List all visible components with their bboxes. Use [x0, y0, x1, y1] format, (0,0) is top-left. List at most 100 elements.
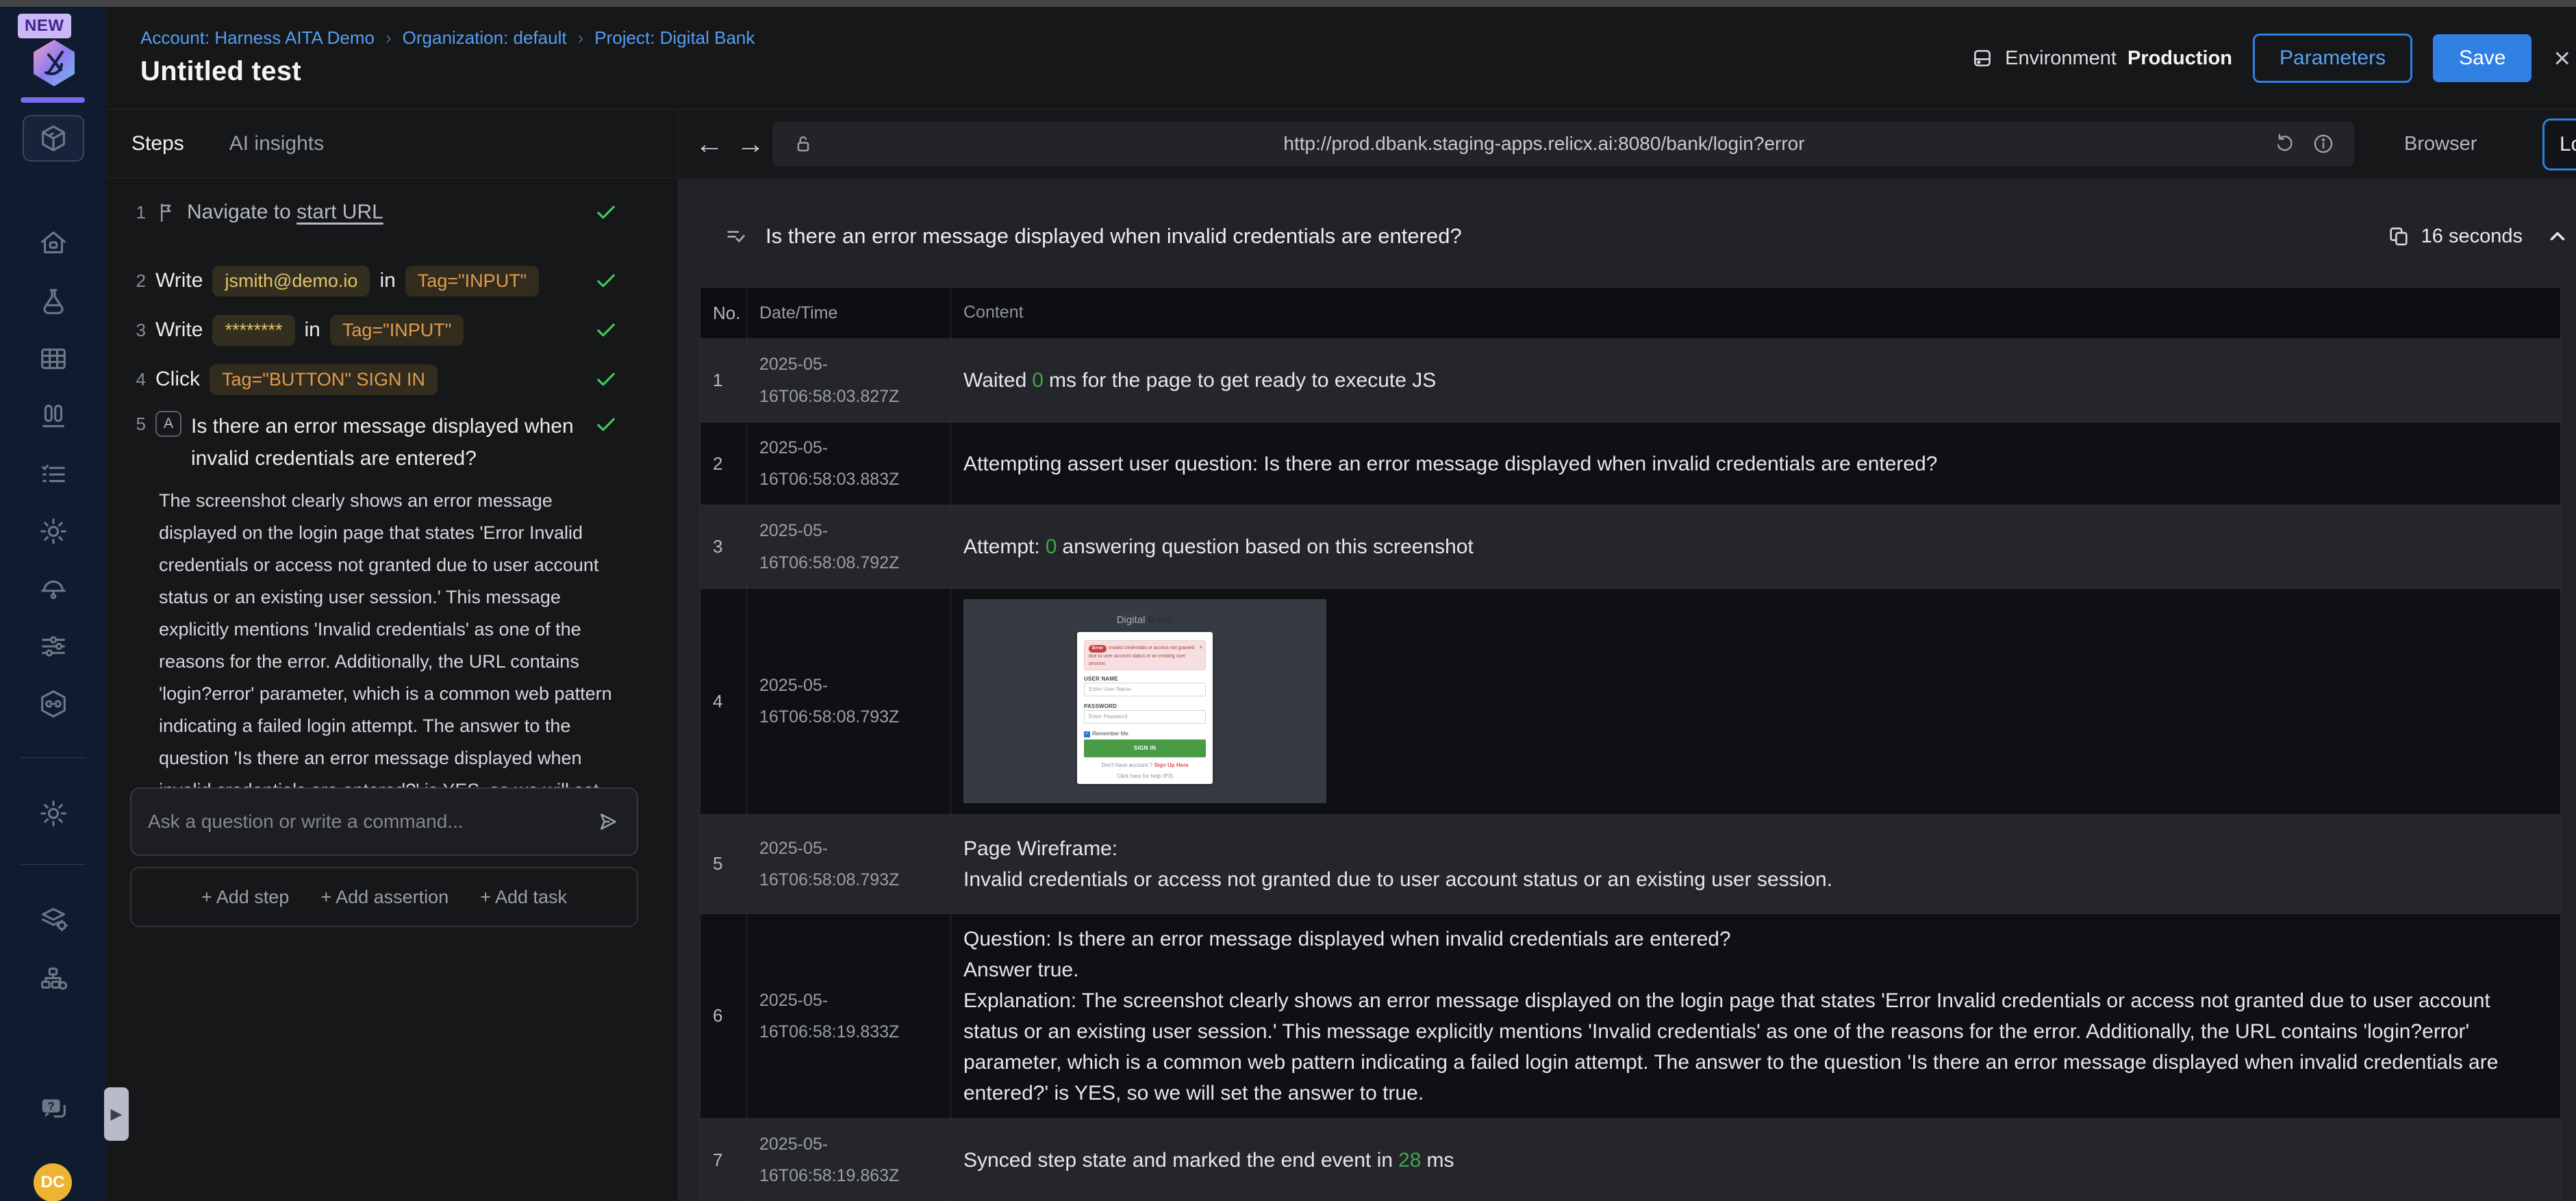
cell-datetime: 2025-05- 16T06:58:03.883Z	[747, 422, 951, 505]
incognito-icon[interactable]	[38, 573, 69, 605]
grid-icon[interactable]	[38, 343, 69, 375]
header-actions: Environment Production Parameters Save ×	[1971, 7, 2572, 110]
step-row-5[interactable]: 5 A Is there an error message displayed …	[106, 411, 679, 477]
assertion-question-line2: invalid credentials are entered?	[191, 446, 477, 470]
module-cube-icon[interactable]	[38, 123, 69, 154]
flask-icon[interactable]	[38, 286, 69, 317]
breadcrumb-separator: ›	[577, 27, 584, 48]
back-arrow-icon[interactable]: ←	[695, 127, 724, 160]
table-row: 5 2025-05- 16T06:58:08.793Z Page Wirefram…	[700, 814, 2560, 914]
col-header-datetime: Date/Time	[747, 288, 951, 339]
url-bar[interactable]: http://prod.dbank.staging-apps.relicx.ai…	[772, 121, 2354, 166]
account-settings-gear-icon[interactable]	[38, 798, 69, 829]
unlocked-lock-icon	[792, 132, 815, 155]
step-row-2[interactable]: 2 Write jsmith@demo.io in Tag="INPUT"	[106, 263, 679, 299]
command-input[interactable]	[148, 811, 596, 833]
breadcrumb-organization[interactable]: Organization: default	[403, 27, 567, 48]
connectors-icon[interactable]	[38, 688, 69, 720]
col-header-content: Content	[963, 303, 1024, 323]
step-row-1[interactable]: 1 Navigate to start URL	[106, 197, 679, 227]
step-success-check-icon	[594, 268, 618, 293]
thumb-checkbox: ✓	[1084, 731, 1090, 737]
rail-divider	[21, 864, 86, 865]
layers-settings-icon[interactable]	[38, 904, 69, 935]
step-success-check-icon	[594, 200, 618, 225]
add-task-button[interactable]: + Add task	[480, 887, 567, 908]
steps-panel: Steps AI insights 1 Navigate to start UR…	[106, 110, 679, 1201]
main-panel: ← → http://prod.dbank.staging-apps.relic…	[679, 110, 2576, 1201]
add-step-button[interactable]: + Add step	[201, 887, 289, 908]
save-button[interactable]: Save	[2433, 34, 2532, 82]
log-table: No. Date/Time Content 1 2025-05- 16T06:58…	[700, 287, 2561, 1201]
network-settings-icon[interactable]	[38, 963, 69, 995]
cell-no: 7	[700, 1118, 747, 1201]
step-value-chip[interactable]: jsmith@demo.io	[212, 265, 370, 296]
table-row: 4 2025-05- 16T06:58:08.793Z Digital Bank …	[700, 588, 2560, 815]
cell-content: Question: Is there an error message disp…	[963, 927, 2499, 1104]
pipelines-icon[interactable]	[38, 631, 69, 662]
col-header-no: No.	[700, 288, 747, 339]
tab-steps[interactable]: Steps	[131, 132, 184, 155]
duration-label: 16 seconds	[2421, 225, 2523, 247]
settings-gear-icon[interactable]	[38, 516, 69, 547]
step-row-4[interactable]: 4 Click Tag="BUTTON" SIGN IN	[106, 362, 679, 397]
step-action: Click	[155, 368, 200, 390]
home-icon[interactable]	[38, 227, 69, 259]
step-selector-chip[interactable]: Tag="BUTTON" SIGN IN	[210, 364, 438, 395]
window-chrome-strip	[0, 0, 2576, 7]
info-icon[interactable]	[2312, 132, 2335, 155]
breadcrumb-account[interactable]: Account: Harness AITA Demo	[140, 27, 375, 48]
assertion-question-line1: Is there an error message displayed when	[191, 415, 574, 438]
tab-ai-insights[interactable]: AI insights	[229, 132, 324, 155]
cell-content: Attempting assert user question: Is ther…	[963, 452, 1938, 475]
breadcrumb-separator: ›	[386, 27, 392, 48]
app-window: NEW ? DC ▶ Account: Harness AITA Demo › …	[0, 0, 2576, 1201]
add-assertion-button[interactable]: + Add assertion	[320, 887, 449, 908]
close-icon[interactable]: ×	[2552, 42, 2572, 75]
environment-icon	[1971, 47, 1994, 70]
logs-content: Is there an error message displayed when…	[679, 179, 2576, 1201]
checklist-icon[interactable]	[38, 458, 69, 490]
step-row-3[interactable]: 3 Write ******** in Tag="INPUT"	[106, 312, 679, 348]
url-text: http://prod.dbank.staging-apps.relicx.ai…	[1283, 133, 1805, 154]
step-value-chip[interactable]: ********	[212, 314, 295, 346]
test-suites-icon[interactable]	[38, 401, 69, 432]
send-icon[interactable]	[596, 809, 620, 834]
copy-icon[interactable]	[2387, 225, 2410, 248]
step-success-check-icon	[594, 367, 618, 392]
refresh-icon[interactable]	[2273, 132, 2297, 155]
flag-icon	[155, 201, 179, 224]
chevron-up-icon[interactable]	[2546, 225, 2569, 248]
breadcrumb-project[interactable]: Project: Digital Bank	[594, 27, 755, 48]
thumb-remember-me: ✓ Remember Me	[1084, 731, 1128, 737]
browser-view-button[interactable]: Browser	[2390, 110, 2490, 179]
parameters-button[interactable]: Parameters	[2253, 34, 2413, 83]
assert-list-icon	[724, 225, 748, 248]
step-selector-chip[interactable]: Tag="INPUT"	[329, 314, 464, 346]
environment-selector[interactable]: Environment Production	[1971, 47, 2232, 70]
thumb-alert-close-icon: ×	[1199, 644, 1202, 651]
step-number: 5	[136, 414, 146, 434]
cell-content: Digital Bank Error Invalid credentials or…	[951, 589, 2560, 814]
svg-text:?: ?	[47, 1100, 54, 1113]
step-number: 3	[136, 319, 146, 340]
help-chat-icon[interactable]: ?	[38, 1093, 69, 1125]
screenshot-thumbnail[interactable]: Digital Bank Error Invalid credentials or…	[963, 599, 1326, 804]
harness-logo-icon[interactable]	[31, 38, 77, 88]
step-connector: in	[379, 269, 396, 292]
question-text: Is there an error message displayed when…	[766, 224, 1462, 248]
step-selector-chip[interactable]: Tag="INPUT"	[405, 265, 540, 296]
cell-content: Synced step state and marked the end eve…	[963, 1148, 1454, 1172]
cell-no: 4	[700, 588, 747, 814]
command-composer	[130, 787, 638, 856]
panel-expand-handle[interactable]: ▶	[104, 1087, 129, 1141]
nav-accent-bar	[21, 97, 85, 103]
logs-view-button[interactable]: Logs	[2542, 118, 2576, 170]
page-header: Account: Harness AITA Demo › Organization:…	[106, 7, 2576, 110]
start-url-link[interactable]: start URL	[296, 201, 383, 223]
thumb-help-link: Click here for help (P3)	[1117, 773, 1173, 780]
forward-arrow-icon[interactable]: →	[736, 127, 765, 160]
avatar[interactable]: DC	[34, 1163, 72, 1201]
thumb-error-badge: Error	[1089, 645, 1107, 653]
cell-no: 1	[700, 339, 747, 422]
